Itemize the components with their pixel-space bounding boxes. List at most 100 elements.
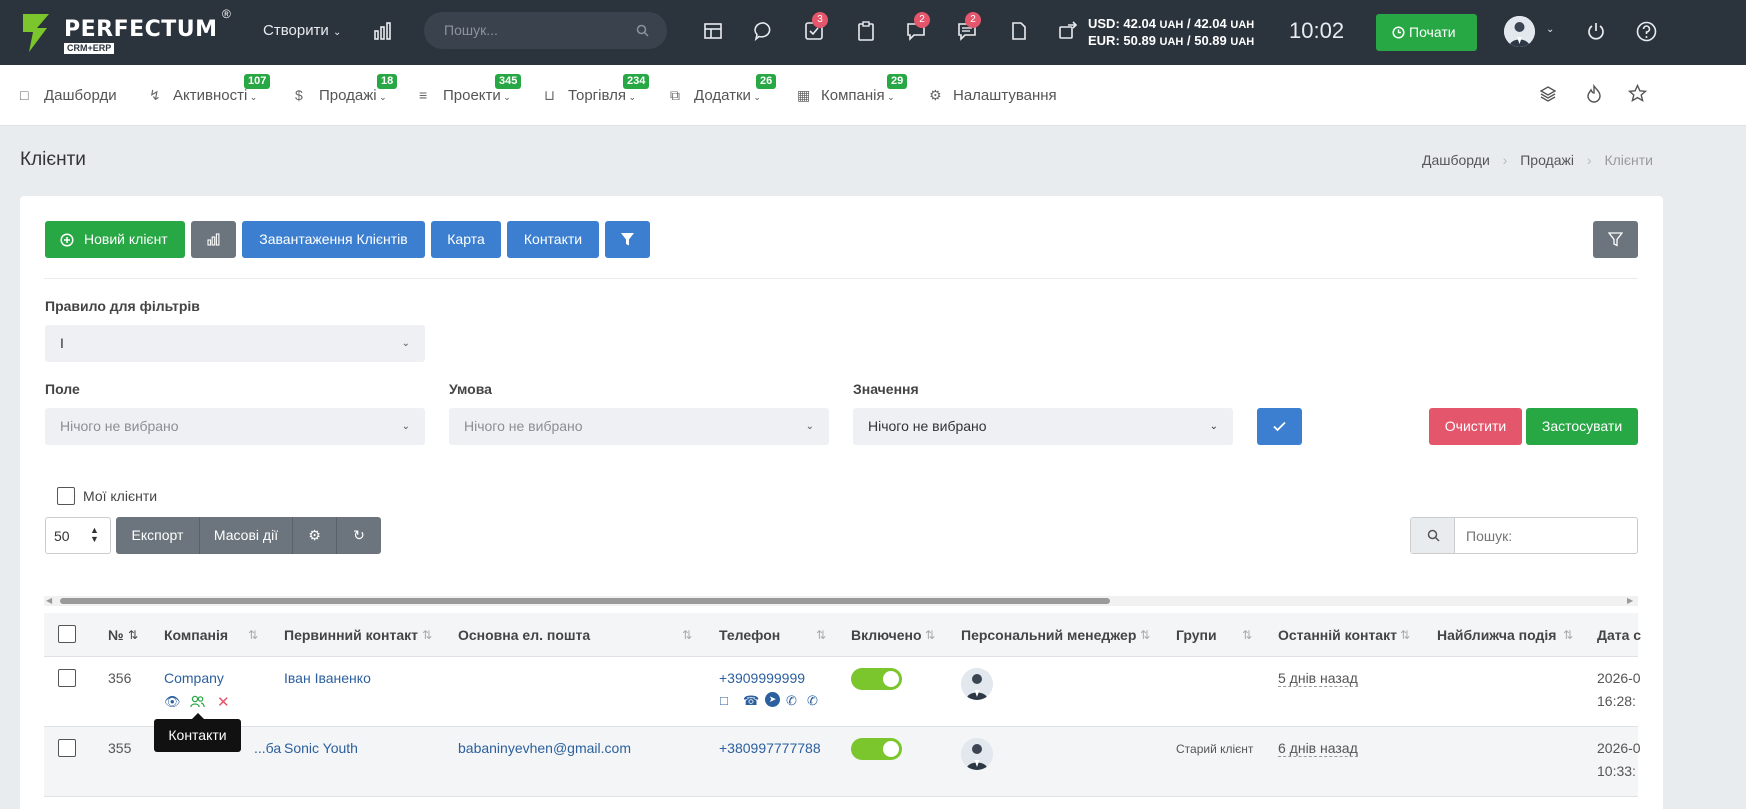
- filter-rule-select[interactable]: І ⌄: [45, 325, 425, 362]
- export-button[interactable]: Експорт: [116, 517, 200, 554]
- nav-dashboards[interactable]: □ Дашборди: [20, 87, 117, 104]
- nav-settings[interactable]: ⚙ Налаштування: [929, 87, 1057, 104]
- nav-projects[interactable]: ≡ Проекти ⌄ 345: [419, 74, 522, 104]
- viber-icon[interactable]: ☎: [743, 693, 759, 709]
- load-clients-button[interactable]: Завантаження Клієнтів: [242, 221, 425, 258]
- perfectum-logo-icon[interactable]: [21, 12, 51, 54]
- sort-icon[interactable]: ⇅: [816, 628, 826, 642]
- sms-icon[interactable]: □: [720, 693, 728, 708]
- col-date[interactable]: Дата с: [1597, 627, 1641, 643]
- breadcrumb-item[interactable]: Продажі: [1520, 152, 1574, 168]
- row-checkbox[interactable]: [58, 739, 76, 757]
- condition-select[interactable]: Нічого не вибрано ⌄: [449, 408, 829, 445]
- create-dropdown[interactable]: Створити ⌄: [263, 22, 341, 39]
- col-groups[interactable]: Групи: [1176, 627, 1217, 643]
- row-contact[interactable]: Sonic Youth: [284, 740, 358, 756]
- file-icon[interactable]: [1009, 21, 1029, 41]
- scrollbar-thumb[interactable]: [60, 598, 1110, 604]
- nav-activities[interactable]: ↯ Активності ⌄ 107: [149, 74, 271, 104]
- sort-icon[interactable]: ⇅: [1400, 628, 1410, 642]
- calendar-table-icon[interactable]: [703, 21, 723, 41]
- col-number[interactable]: №: [108, 627, 124, 643]
- layers-toggle-icon[interactable]: [1539, 85, 1557, 103]
- col-email[interactable]: Основна ел. пошта: [458, 627, 590, 643]
- column-settings-button[interactable]: ⚙: [293, 517, 337, 554]
- scroll-right-icon[interactable]: ▶: [1627, 596, 1633, 605]
- nav-company[interactable]: ▦ Компанія ⌄ 29: [797, 74, 908, 104]
- map-button[interactable]: Карта: [431, 221, 501, 258]
- telegram-icon[interactable]: ➤: [765, 692, 780, 707]
- sort-icon[interactable]: ⇅: [248, 628, 258, 642]
- apply-filter-button[interactable]: Застосувати: [1526, 408, 1638, 445]
- clear-filter-button[interactable]: Очистити: [1429, 408, 1522, 445]
- whatsapp-icon[interactable]: ✆: [786, 693, 797, 709]
- sort-icon[interactable]: ⇅: [682, 628, 692, 642]
- chart-icon[interactable]: [373, 21, 393, 41]
- enabled-toggle[interactable]: [851, 738, 902, 760]
- row-phone[interactable]: +380997777788: [719, 740, 821, 756]
- col-primary-contact[interactable]: Первинний контакт: [284, 627, 418, 643]
- col-company[interactable]: Компанія: [164, 627, 228, 643]
- delete-x-icon[interactable]: ✕: [217, 693, 230, 711]
- row-last-contact[interactable]: 6 днів назад: [1278, 740, 1358, 757]
- my-clients-label[interactable]: Мої клієнти: [83, 488, 157, 504]
- col-enabled[interactable]: Включено: [851, 627, 922, 643]
- select-all-checkbox[interactable]: [58, 625, 76, 643]
- filter-button[interactable]: [605, 221, 650, 258]
- sort-icon[interactable]: ⇅: [925, 628, 935, 642]
- col-last-contact[interactable]: Останній контакт: [1278, 627, 1397, 643]
- clipboard-icon[interactable]: [856, 21, 876, 41]
- help-icon[interactable]: [1636, 21, 1657, 42]
- col-next-event[interactable]: Найближча подія: [1437, 627, 1556, 643]
- row-checkbox[interactable]: [58, 669, 76, 687]
- nav-sales[interactable]: $ Продажі ⌄ 18: [295, 74, 398, 104]
- refresh-button[interactable]: ↻: [337, 517, 381, 554]
- row-company[interactable]: Company: [164, 670, 224, 686]
- exchange-icon[interactable]: [1058, 21, 1078, 41]
- sort-icon[interactable]: ⇅: [1140, 628, 1150, 642]
- manager-avatar[interactable]: [961, 668, 993, 700]
- chat-bubble-icon[interactable]: [754, 21, 774, 41]
- scroll-left-icon[interactable]: ◀: [46, 596, 52, 605]
- manager-avatar[interactable]: [961, 738, 993, 770]
- messages-button[interactable]: 2: [906, 12, 930, 43]
- my-clients-checkbox[interactable]: [57, 487, 75, 505]
- contacts-button[interactable]: Контакти: [507, 221, 599, 258]
- user-chevron-down-icon[interactable]: ⌄: [1546, 24, 1554, 35]
- field-select[interactable]: Нічого не вибрано ⌄: [45, 408, 425, 445]
- page-size-select[interactable]: 50 ▲ ▼: [45, 517, 111, 554]
- filter-toggle-button[interactable]: [1593, 221, 1638, 258]
- enabled-toggle[interactable]: [851, 668, 902, 690]
- sort-icon[interactable]: ⇅: [128, 628, 138, 642]
- flame-icon[interactable]: [1585, 84, 1603, 104]
- nav-addons[interactable]: ⧉ Додатки ⌄ 26: [670, 74, 777, 104]
- brand-name[interactable]: PERFECTUM: [64, 17, 218, 42]
- col-manager[interactable]: Персональний менеджер: [961, 627, 1136, 643]
- row-company[interactable]: ...ба: [254, 740, 281, 756]
- sort-icon[interactable]: ⇅: [1242, 628, 1252, 642]
- bulk-actions-button[interactable]: Масові дії: [200, 517, 293, 554]
- power-icon[interactable]: [1586, 21, 1606, 41]
- sort-icon[interactable]: ⇅: [1563, 628, 1573, 642]
- star-icon[interactable]: [1628, 84, 1647, 103]
- value-select[interactable]: Нічого не вибрано ⌄: [853, 408, 1233, 445]
- row-contact[interactable]: Іван Іваненко: [284, 670, 371, 686]
- row-email[interactable]: babaninyevhen@gmail.com: [458, 740, 631, 756]
- sort-icon[interactable]: ⇅: [422, 628, 432, 642]
- nav-trade[interactable]: ⊔ Торгівля ⌄ 234: [544, 74, 650, 104]
- table-search-input[interactable]: [1456, 518, 1636, 553]
- start-button[interactable]: Почати: [1376, 14, 1477, 51]
- row-last-contact[interactable]: 5 днів назад: [1278, 670, 1358, 687]
- breadcrumb-item[interactable]: Дашборди: [1422, 152, 1490, 168]
- stats-button[interactable]: [191, 221, 236, 258]
- users-icon[interactable]: [190, 695, 205, 708]
- new-client-button[interactable]: Новий клієнт: [45, 221, 185, 258]
- tasks-button[interactable]: 3: [804, 12, 828, 43]
- eye-icon[interactable]: 👁: [164, 694, 181, 710]
- confirm-filter-button[interactable]: [1257, 408, 1302, 445]
- col-phone[interactable]: Телефон: [719, 627, 780, 643]
- global-search[interactable]: Пошук...: [424, 12, 667, 49]
- row-phone[interactable]: +3909999999: [719, 670, 805, 686]
- whatsapp-business-icon[interactable]: ✆: [807, 693, 818, 709]
- user-avatar[interactable]: [1504, 16, 1535, 47]
